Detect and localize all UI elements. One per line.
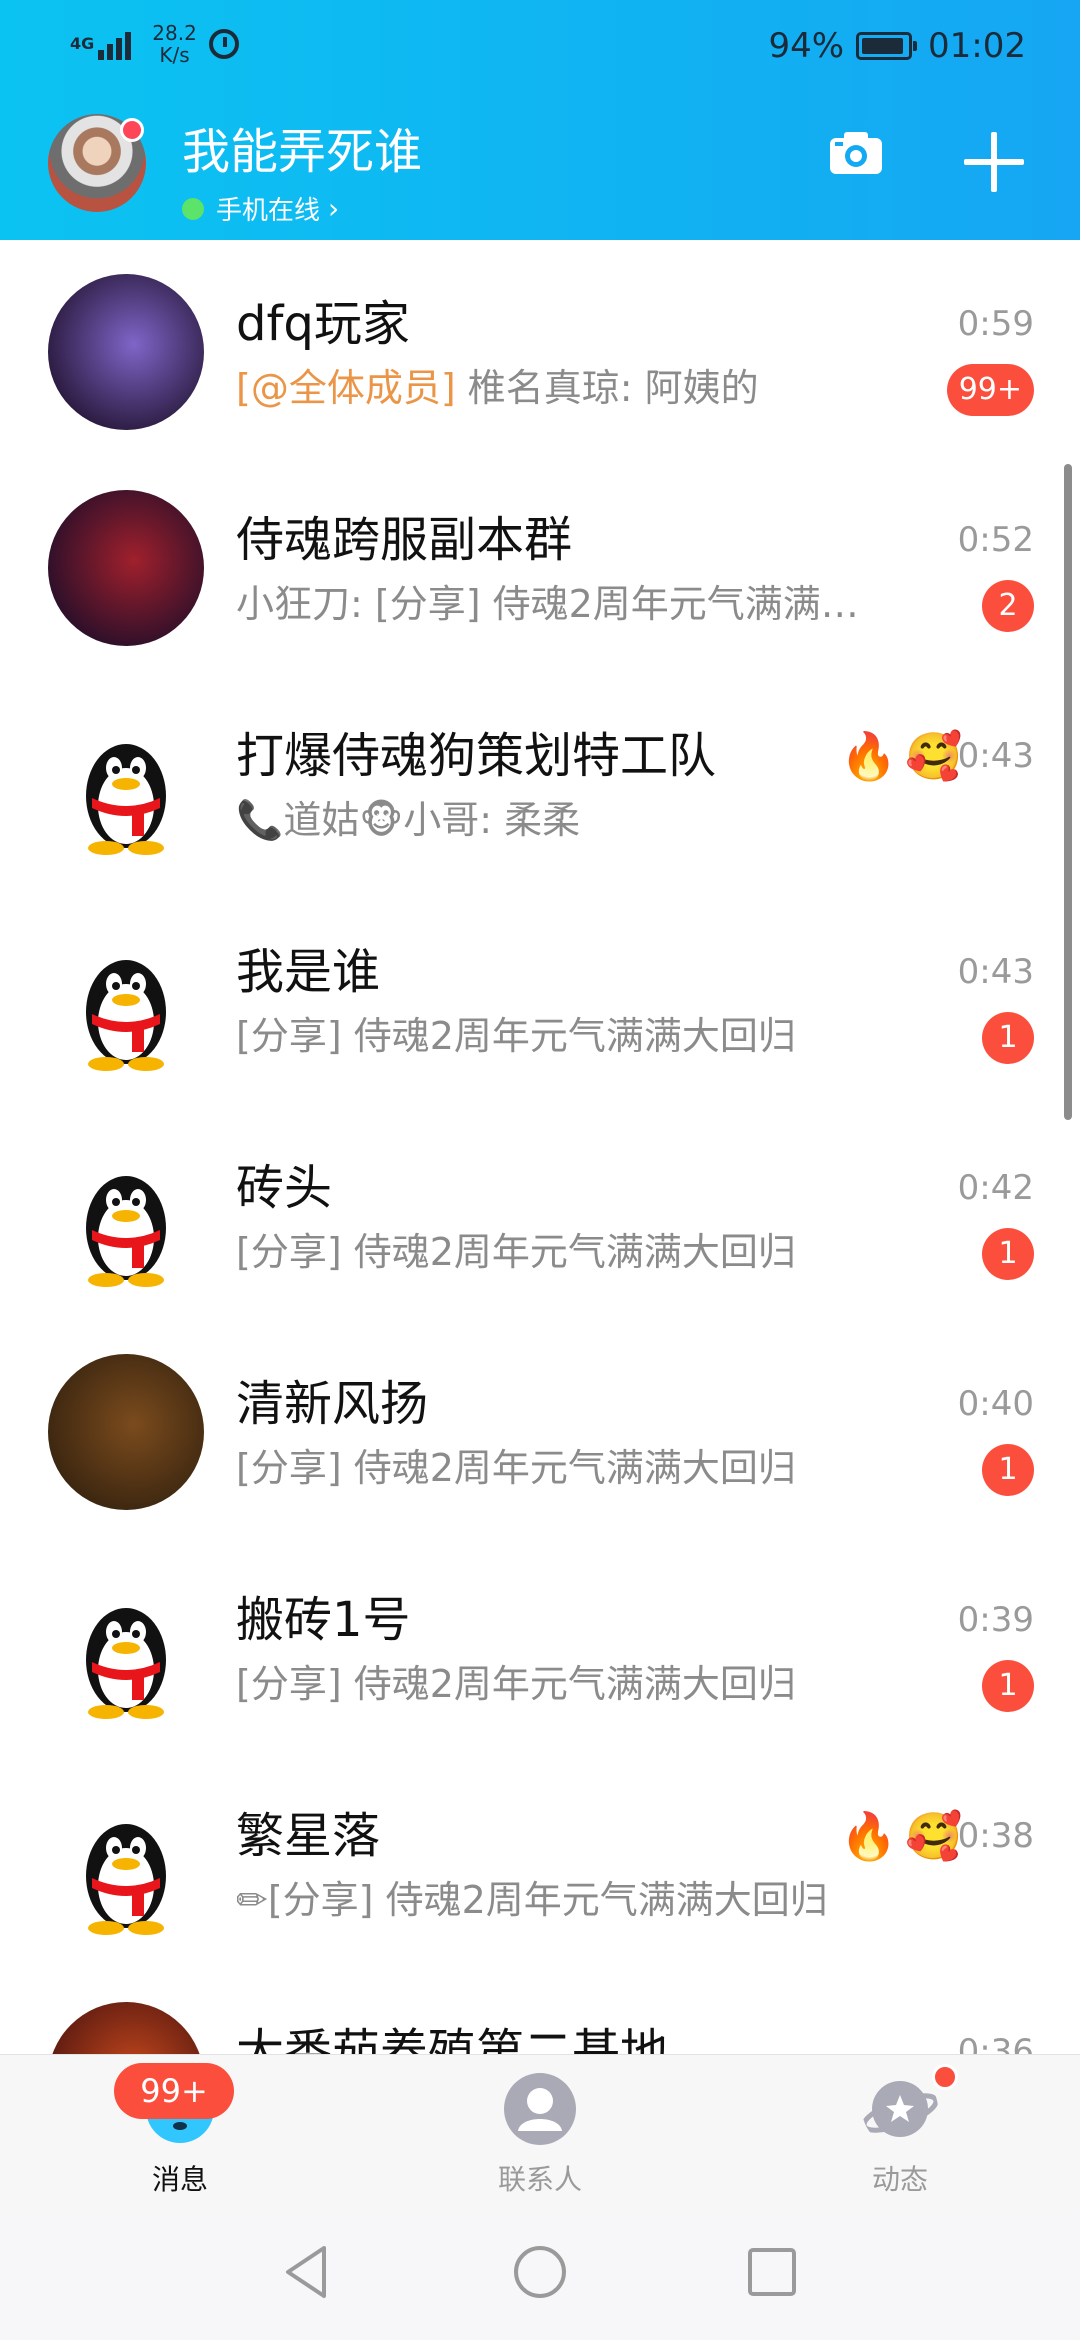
battery-percent: 94%	[768, 26, 845, 66]
preview-text: 椎名真琼: 阿姨的	[455, 366, 759, 410]
chat-row[interactable]: 砖头 [分享] 侍魂2周年元气满满大回归 0:42 1	[0, 1104, 1080, 1320]
preview-text: [分享] 侍魂2周年元气满满大回归	[236, 1446, 796, 1490]
chat-avatar[interactable]	[48, 2002, 204, 2054]
moments-notification-dot	[932, 2064, 958, 2090]
fire-icon: 🔥	[840, 1809, 898, 1863]
chat-title: dfq玩家	[236, 296, 410, 352]
chat-avatar[interactable]	[48, 274, 204, 430]
network-speed: 28.2 K/s	[152, 21, 197, 67]
chat-row[interactable]: 搬砖1号 [分享] 侍魂2周年元气满满大回归 0:39 1	[0, 1536, 1080, 1752]
chat-title: 砖头	[236, 1160, 333, 1216]
chat-row[interactable]: dfq玩家 [@全体成员] 椎名真琼: 阿姨的 0:59 99+	[0, 240, 1080, 456]
chat-avatar[interactable]	[48, 706, 204, 862]
chat-avatar[interactable]	[48, 1786, 204, 1942]
chat-row[interactable]: 大番茄养殖第二基地 0:36	[0, 1968, 1080, 2054]
chat-preview: [分享] 侍魂2周年元气满满大回归	[236, 1444, 886, 1492]
chat-time: 0:52	[957, 520, 1034, 560]
chat-preview: ✏[分享] 侍魂2周年元气满满大回归	[236, 1876, 886, 1924]
chat-title: 繁星落	[236, 1808, 381, 1864]
chat-flags: 🔥 🥰	[840, 728, 971, 784]
battery-icon	[856, 32, 918, 60]
chat-avatar[interactable]	[48, 1570, 204, 1726]
preview-text: [分享] 侍魂2周年元气满满大回归	[236, 1662, 796, 1706]
unread-badge: 99+	[946, 364, 1034, 416]
chat-row[interactable]: 打爆侍魂狗策划特工队 📞道姑🐵小哥: 柔柔 0:43 🔥 🥰	[0, 672, 1080, 888]
top-header: 4G 28.2 K/s 94% 01:02 我能弄死谁 手机在线 ›	[0, 0, 1080, 240]
system-nav-bar	[0, 2214, 1080, 2340]
unread-count-badge: 99+	[114, 2063, 234, 2119]
preview-text: 小狂刀: [分享] 侍魂2周年元气满满大回归	[236, 582, 886, 626]
online-dot-icon	[182, 197, 204, 220]
chat-row[interactable]: 侍魂跨服副本群小狂刀: [分享] 侍魂2周年元气满满大回归 0:52 2	[0, 456, 1080, 672]
back-icon[interactable]	[278, 2242, 338, 2302]
network-type: 4G	[70, 34, 95, 53]
fire-icon: 🔥	[840, 729, 898, 783]
tab-contacts[interactable]: 联系人	[460, 2071, 620, 2197]
chat-list[interactable]: dfq玩家 [@全体成员] 椎名真琼: 阿姨的 0:59 99+ 侍魂跨服副本群小狂刀:…	[0, 240, 1080, 2054]
unread-badge: 1	[982, 1012, 1034, 1064]
home-icon[interactable]	[510, 2242, 570, 2302]
chat-preview: [分享] 侍魂2周年元气满满大回归	[236, 1660, 886, 1708]
tab-moments-label: 动态	[871, 2163, 928, 2196]
chat-title: 大番茄养殖第二基地	[236, 2024, 669, 2054]
chat-preview: [分享] 侍魂2周年元气满满大回归	[236, 1228, 886, 1276]
tab-contacts-label: 联系人	[497, 2163, 582, 2196]
chat-title: 打爆侍魂狗策划特工队	[236, 728, 717, 784]
scrollbar[interactable]	[1064, 464, 1072, 1120]
plus-icon[interactable]	[964, 132, 1024, 192]
unread-badge: 1	[982, 1228, 1034, 1280]
chat-avatar[interactable]	[48, 1354, 204, 1510]
username[interactable]: 我能弄死谁	[182, 120, 422, 184]
chat-preview: 小狂刀: [分享] 侍魂2周年元气满满大回归	[236, 580, 886, 628]
chat-row[interactable]: 我是谁 [分享] 侍魂2周年元气满满大回归 0:43 1	[0, 888, 1080, 1104]
chat-avatar[interactable]	[48, 490, 204, 646]
tab-moments[interactable]: 动态	[820, 2071, 980, 2197]
clock: 01:02	[928, 26, 1026, 66]
unread-badge: 1	[982, 1444, 1034, 1496]
chat-preview: 📞道姑🐵小哥: 柔柔	[236, 796, 886, 844]
online-status-label: 手机在线	[216, 196, 321, 226]
preview-text: 📞道姑🐵小哥: 柔柔	[236, 798, 581, 842]
signal-icon	[98, 28, 134, 60]
emoji-face-icon: 🥰	[905, 1809, 963, 1863]
planet-icon	[861, 2081, 939, 2137]
chat-time: 0:40	[957, 1384, 1034, 1424]
chat-time: 0:43	[957, 952, 1034, 992]
alarm-icon	[208, 29, 239, 59]
chat-time: 0:42	[957, 1168, 1034, 1208]
chat-title: 我是谁	[236, 944, 381, 1000]
chat-title: 搬砖1号	[236, 1592, 411, 1648]
preview-text: [分享] 侍魂2周年元气满满大回归	[236, 1230, 796, 1274]
preview-text: ✏[分享] 侍魂2周年元气满满大回归	[236, 1878, 828, 1922]
bottom-tab-bar: 消息 99+ 联系人 动态	[0, 2054, 1080, 2215]
emoji-face-icon: 🥰	[905, 729, 963, 783]
contacts-icon	[504, 2073, 576, 2145]
tab-messages-label: 消息	[151, 2163, 208, 2196]
chat-preview: [@全体成员] 椎名真琼: 阿姨的	[236, 364, 886, 412]
status-bar: 4G 28.2 K/s 94% 01:02	[0, 0, 1080, 90]
chat-avatar[interactable]	[48, 922, 204, 1078]
camera-icon[interactable]	[828, 130, 884, 176]
online-status[interactable]: 手机在线 ›	[182, 190, 339, 227]
chat-flags: 🔥 🥰	[840, 1808, 971, 1864]
chat-time: 0:59	[957, 304, 1034, 344]
chat-preview: [分享] 侍魂2周年元气满满大回归	[236, 1012, 886, 1060]
chat-row[interactable]: 繁星落 ✏[分享] 侍魂2周年元气满满大回归 0:38 🔥 🥰	[0, 1752, 1080, 1968]
chat-avatar[interactable]	[48, 1138, 204, 1294]
notification-dot	[120, 118, 144, 142]
chat-row[interactable]: 清新风扬 [分享] 侍魂2周年元气满满大回归 0:40 1	[0, 1320, 1080, 1536]
chat-title: 侍魂跨服副本群	[236, 512, 573, 568]
chat-time: 0:36	[957, 2032, 1034, 2054]
unread-badge: 1	[982, 1660, 1034, 1712]
mention-tag: [@全体成员]	[236, 366, 456, 410]
chat-title: 清新风扬	[236, 1376, 429, 1432]
chat-time: 0:39	[957, 1600, 1034, 1640]
chevron-right-icon: ›	[328, 192, 340, 225]
preview-text: [分享] 侍魂2周年元气满满大回归	[236, 1014, 796, 1058]
recents-icon[interactable]	[742, 2242, 802, 2302]
unread-badge: 2	[982, 580, 1034, 632]
